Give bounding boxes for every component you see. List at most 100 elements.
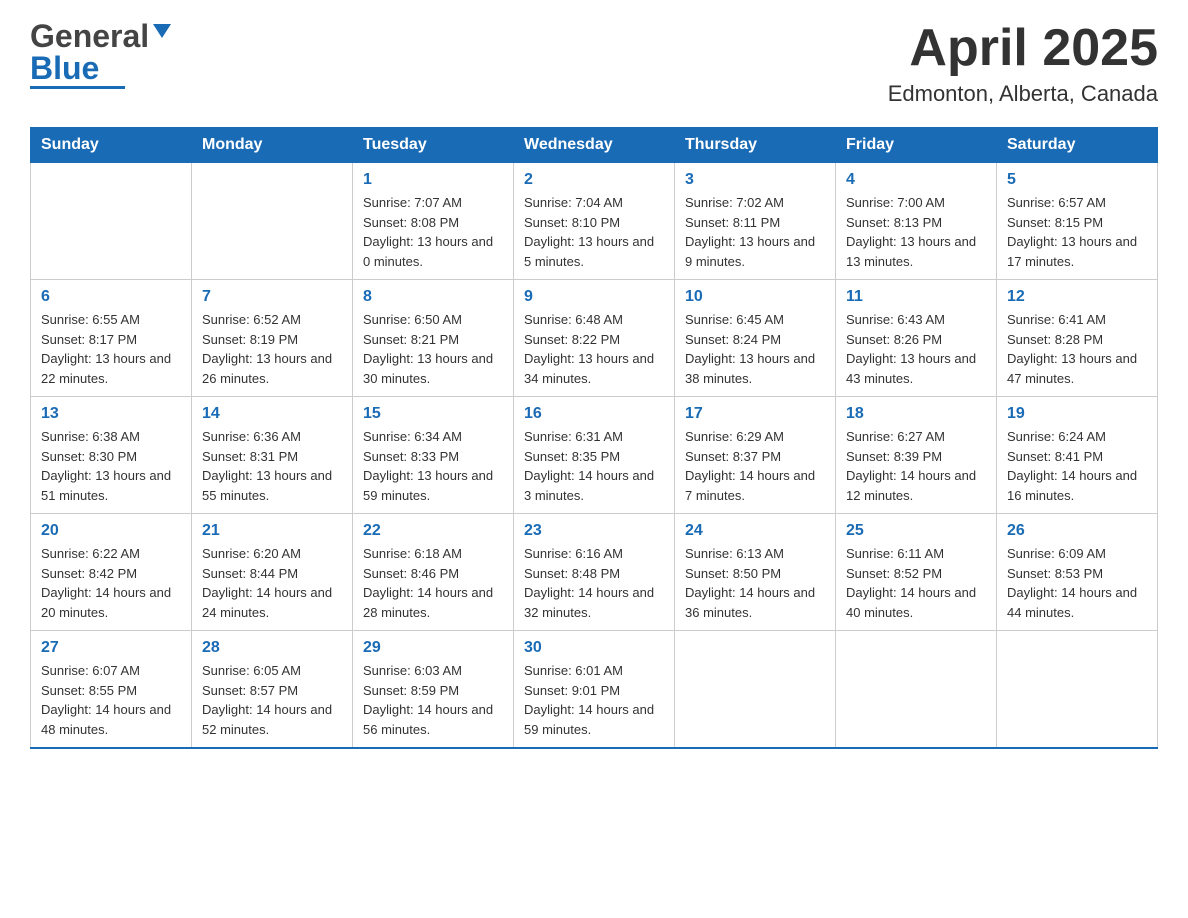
table-row: 3 Sunrise: 7:02 AMSunset: 8:11 PMDaylight… xyxy=(675,163,836,280)
table-row: 28 Sunrise: 6:05 AMSunset: 8:57 PMDayligh… xyxy=(192,631,353,749)
table-row: 5 Sunrise: 6:57 AMSunset: 8:15 PMDaylight… xyxy=(997,163,1158,280)
day-info: Sunrise: 6:05 AMSunset: 8:57 PMDaylight:… xyxy=(202,661,342,739)
day-info: Sunrise: 6:50 AMSunset: 8:21 PMDaylight:… xyxy=(363,310,503,388)
table-row: 21 Sunrise: 6:20 AMSunset: 8:44 PMDayligh… xyxy=(192,514,353,631)
day-number: 12 xyxy=(1007,288,1147,306)
table-row: 1 Sunrise: 7:07 AMSunset: 8:08 PMDaylight… xyxy=(353,163,514,280)
day-number: 2 xyxy=(524,171,664,189)
day-number: 20 xyxy=(41,522,181,540)
day-info: Sunrise: 6:57 AMSunset: 8:15 PMDaylight:… xyxy=(1007,193,1147,271)
day-number: 14 xyxy=(202,405,342,423)
day-info: Sunrise: 6:01 AMSunset: 9:01 PMDaylight:… xyxy=(524,661,664,739)
table-row: 19Sunrise: 6:24 AMSunset: 8:41 PMDayligh… xyxy=(997,397,1158,514)
day-number: 21 xyxy=(202,522,342,540)
table-row: 25 Sunrise: 6:11 AMSunset: 8:52 PMDayligh… xyxy=(836,514,997,631)
day-number: 7 xyxy=(202,288,342,306)
table-row: 4Sunrise: 7:00 AMSunset: 8:13 PMDaylight… xyxy=(836,163,997,280)
week-row-5: 27 Sunrise: 6:07 AMSunset: 8:55 PMDayligh… xyxy=(31,631,1158,749)
day-number: 1 xyxy=(363,171,503,189)
day-number: 25 xyxy=(846,522,986,540)
table-row: 22 Sunrise: 6:18 AMSunset: 8:46 PMDayligh… xyxy=(353,514,514,631)
day-info: Sunrise: 7:04 AMSunset: 8:10 PMDaylight:… xyxy=(524,193,664,271)
day-info: Sunrise: 6:22 AMSunset: 8:42 PMDaylight:… xyxy=(41,544,181,622)
table-row: 11Sunrise: 6:43 AMSunset: 8:26 PMDayligh… xyxy=(836,280,997,397)
week-row-4: 20 Sunrise: 6:22 AMSunset: 8:42 PMDayligh… xyxy=(31,514,1158,631)
table-row: 29Sunrise: 6:03 AMSunset: 8:59 PMDayligh… xyxy=(353,631,514,749)
header-monday: Monday xyxy=(192,128,353,163)
logo-blue-text: Blue xyxy=(30,52,99,84)
day-number: 13 xyxy=(41,405,181,423)
table-row: 24Sunrise: 6:13 AMSunset: 8:50 PMDayligh… xyxy=(675,514,836,631)
day-info: Sunrise: 6:16 AMSunset: 8:48 PMDaylight:… xyxy=(524,544,664,622)
location-subtitle: Edmonton, Alberta, Canada xyxy=(888,81,1158,107)
week-row-3: 13Sunrise: 6:38 AMSunset: 8:30 PMDayligh… xyxy=(31,397,1158,514)
table-row: 10Sunrise: 6:45 AMSunset: 8:24 PMDayligh… xyxy=(675,280,836,397)
day-number: 26 xyxy=(1007,522,1147,540)
day-info: Sunrise: 7:07 AMSunset: 8:08 PMDaylight:… xyxy=(363,193,503,271)
logo-arrow-icon xyxy=(153,24,171,50)
header-sunday: Sunday xyxy=(31,128,192,163)
header-tuesday: Tuesday xyxy=(353,128,514,163)
day-number: 4 xyxy=(846,171,986,189)
week-row-1: 1 Sunrise: 7:07 AMSunset: 8:08 PMDaylight… xyxy=(31,163,1158,280)
day-number: 15 xyxy=(363,405,503,423)
table-row: 30Sunrise: 6:01 AMSunset: 9:01 PMDayligh… xyxy=(514,631,675,749)
day-number: 3 xyxy=(685,171,825,189)
table-row: 14Sunrise: 6:36 AMSunset: 8:31 PMDayligh… xyxy=(192,397,353,514)
day-info: Sunrise: 6:34 AMSunset: 8:33 PMDaylight:… xyxy=(363,427,503,505)
table-row xyxy=(31,163,192,280)
table-row: 13Sunrise: 6:38 AMSunset: 8:30 PMDayligh… xyxy=(31,397,192,514)
day-info: Sunrise: 6:45 AMSunset: 8:24 PMDaylight:… xyxy=(685,310,825,388)
days-of-week-row: SundayMondayTuesdayWednesdayThursdayFrid… xyxy=(31,128,1158,163)
day-number: 11 xyxy=(846,288,986,306)
day-number: 17 xyxy=(685,405,825,423)
table-row: 16 Sunrise: 6:31 AMSunset: 8:35 PMDayligh… xyxy=(514,397,675,514)
day-info: Sunrise: 6:11 AMSunset: 8:52 PMDaylight:… xyxy=(846,544,986,622)
day-info: Sunrise: 6:20 AMSunset: 8:44 PMDaylight:… xyxy=(202,544,342,622)
day-number: 6 xyxy=(41,288,181,306)
day-info: Sunrise: 6:48 AMSunset: 8:22 PMDaylight:… xyxy=(524,310,664,388)
day-number: 16 xyxy=(524,405,664,423)
table-row: 12 Sunrise: 6:41 AMSunset: 8:28 PMDayligh… xyxy=(997,280,1158,397)
day-info: Sunrise: 6:29 AMSunset: 8:37 PMDaylight:… xyxy=(685,427,825,505)
calendar-body: 1 Sunrise: 7:07 AMSunset: 8:08 PMDaylight… xyxy=(31,163,1158,749)
logo-underline xyxy=(30,86,125,89)
table-row: 23 Sunrise: 6:16 AMSunset: 8:48 PMDayligh… xyxy=(514,514,675,631)
table-row: 27 Sunrise: 6:07 AMSunset: 8:55 PMDayligh… xyxy=(31,631,192,749)
calendar-table: SundayMondayTuesdayWednesdayThursdayFrid… xyxy=(30,127,1158,749)
page-header: General Blue April 2025 Edmonton, Albert… xyxy=(30,20,1158,107)
table-row: 7 Sunrise: 6:52 AMSunset: 8:19 PMDaylight… xyxy=(192,280,353,397)
day-info: Sunrise: 6:55 AMSunset: 8:17 PMDaylight:… xyxy=(41,310,181,388)
header-wednesday: Wednesday xyxy=(514,128,675,163)
day-info: Sunrise: 7:02 AMSunset: 8:11 PMDaylight:… xyxy=(685,193,825,271)
day-number: 9 xyxy=(524,288,664,306)
table-row xyxy=(675,631,836,749)
day-number: 5 xyxy=(1007,171,1147,189)
day-number: 22 xyxy=(363,522,503,540)
day-number: 28 xyxy=(202,639,342,657)
calendar-header: SundayMondayTuesdayWednesdayThursdayFrid… xyxy=(31,128,1158,163)
table-row: 8Sunrise: 6:50 AMSunset: 8:21 PMDaylight… xyxy=(353,280,514,397)
day-info: Sunrise: 6:07 AMSunset: 8:55 PMDaylight:… xyxy=(41,661,181,739)
table-row: 26Sunrise: 6:09 AMSunset: 8:53 PMDayligh… xyxy=(997,514,1158,631)
day-number: 23 xyxy=(524,522,664,540)
day-info: Sunrise: 6:18 AMSunset: 8:46 PMDaylight:… xyxy=(363,544,503,622)
day-number: 18 xyxy=(846,405,986,423)
logo: General Blue xyxy=(30,20,171,89)
table-row xyxy=(192,163,353,280)
header-saturday: Saturday xyxy=(997,128,1158,163)
header-thursday: Thursday xyxy=(675,128,836,163)
table-row xyxy=(836,631,997,749)
table-row: 17 Sunrise: 6:29 AMSunset: 8:37 PMDayligh… xyxy=(675,397,836,514)
table-row: 6 Sunrise: 6:55 AMSunset: 8:17 PMDaylight… xyxy=(31,280,192,397)
day-number: 29 xyxy=(363,639,503,657)
day-number: 27 xyxy=(41,639,181,657)
day-info: Sunrise: 6:52 AMSunset: 8:19 PMDaylight:… xyxy=(202,310,342,388)
day-info: Sunrise: 6:31 AMSunset: 8:35 PMDaylight:… xyxy=(524,427,664,505)
table-row: 9 Sunrise: 6:48 AMSunset: 8:22 PMDaylight… xyxy=(514,280,675,397)
day-info: Sunrise: 6:41 AMSunset: 8:28 PMDaylight:… xyxy=(1007,310,1147,388)
table-row: 20 Sunrise: 6:22 AMSunset: 8:42 PMDayligh… xyxy=(31,514,192,631)
table-row: 18 Sunrise: 6:27 AMSunset: 8:39 PMDayligh… xyxy=(836,397,997,514)
table-row: 2 Sunrise: 7:04 AMSunset: 8:10 PMDaylight… xyxy=(514,163,675,280)
day-info: Sunrise: 6:27 AMSunset: 8:39 PMDaylight:… xyxy=(846,427,986,505)
